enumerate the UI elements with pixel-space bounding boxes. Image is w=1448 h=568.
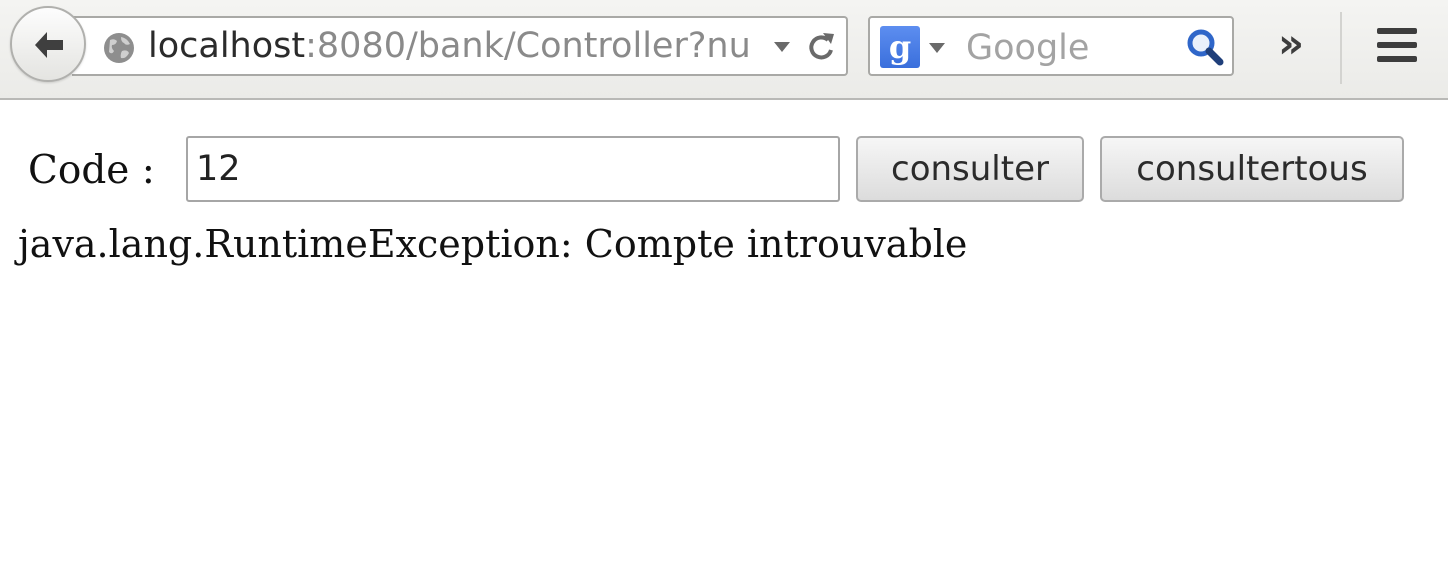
search-bar[interactable]: g Google	[868, 16, 1234, 76]
back-button[interactable]	[10, 6, 86, 82]
toolbar-overflow-button[interactable]: »	[1266, 24, 1316, 68]
chevron-down-icon[interactable]	[928, 42, 946, 54]
code-label: Code :	[28, 148, 155, 193]
google-plus-icon[interactable]: g	[880, 26, 920, 68]
browser-toolbar: localhost:8080/bank/Controller?nur g Goo…	[0, 0, 1448, 100]
magnifier-icon[interactable]	[1186, 28, 1224, 66]
error-message: java.lang.RuntimeException: Compte intro…	[18, 222, 968, 266]
arrow-left-icon	[35, 32, 63, 58]
globe-icon	[104, 33, 134, 63]
code-input[interactable]	[186, 136, 840, 202]
url-path: :8080/bank/Controller?nur	[305, 26, 752, 66]
reload-icon[interactable]	[806, 30, 836, 64]
chevron-down-icon[interactable]	[772, 40, 792, 54]
consultertous-button[interactable]: consultertous	[1100, 136, 1404, 202]
address-bar[interactable]: localhost:8080/bank/Controller?nur	[72, 16, 848, 76]
url-text[interactable]: localhost:8080/bank/Controller?nur	[148, 26, 752, 66]
consulter-button[interactable]: consulter	[856, 136, 1084, 202]
url-host: localhost	[148, 26, 306, 66]
toolbar-divider	[1340, 12, 1342, 84]
search-input[interactable]: Google	[966, 28, 1089, 68]
hamburger-icon[interactable]	[1376, 26, 1418, 64]
